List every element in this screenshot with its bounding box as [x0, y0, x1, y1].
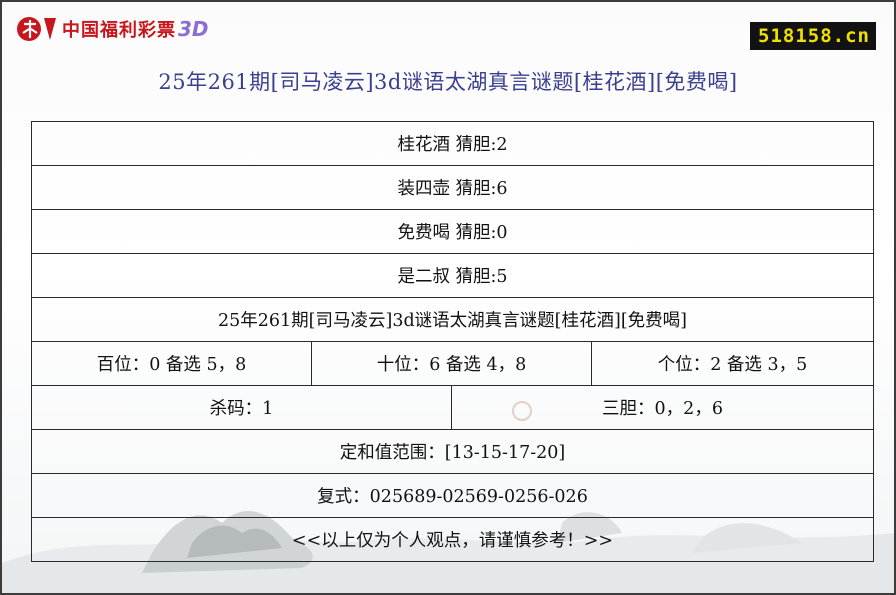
table-row: 是二叔 猜胆:5 [31, 253, 874, 298]
site-url-badge[interactable]: 518158.cn [750, 22, 876, 50]
prediction-table: 桂花酒 猜胆:2 装四壶 猜胆:6 免费喝 猜胆:0 是二叔 猜胆:5 25年2… [31, 121, 874, 562]
welfare-lottery-logo-icon [17, 17, 56, 41]
riddle-line-4: 是二叔 猜胆:5 [31, 253, 874, 298]
table-row: 定和值范围：[13-15-17-20] [31, 429, 874, 474]
issue-title-row: 25年261期[司马凌云]3d谜语太湖真言谜题[桂花酒][免费喝] [31, 297, 874, 342]
page-title: 25年261期[司马凌云]3d谜语太湖真言谜题[桂花酒][免费喝] [158, 70, 738, 94]
disclaimer-footer: <<以上仅为个人观点，请谨慎参考！>> [31, 517, 874, 562]
tens-position: 十位：6 备选 4，8 [311, 341, 592, 386]
riddle-line-1: 桂花酒 猜胆:2 [31, 121, 874, 166]
table-row: 桂花酒 猜胆:2 [31, 121, 874, 166]
three-dan: 三胆：0，2，6 [451, 385, 874, 430]
units-position: 个位：2 备选 3，5 [591, 341, 874, 386]
compound-numbers: 复式：025689-02569-0256-026 [31, 473, 874, 518]
logo-text: 中国福利彩票 [62, 20, 176, 41]
hundreds-position: 百位：0 备选 5，8 [31, 341, 312, 386]
table-row: <<以上仅为个人观点，请谨慎参考！>> [31, 517, 874, 562]
logo-3d-text: 3D [178, 17, 209, 41]
table-row: 杀码：1 三胆：0，2，6 [31, 385, 874, 430]
lottery-logo: 中国福利彩票 3D [14, 12, 209, 46]
riddle-line-3: 免费喝 猜胆:0 [31, 209, 874, 254]
table-row: 装四壶 猜胆:6 [31, 165, 874, 210]
poster-frame: 中国福利彩票 3D 518158.cn 25年261期[司马凌云]3d谜语太湖真… [0, 0, 896, 595]
table-row: 百位：0 备选 5，8 十位：6 备选 4，8 个位：2 备选 3，5 [31, 341, 874, 386]
table-row: 25年261期[司马凌云]3d谜语太湖真言谜题[桂花酒][免费喝] [31, 297, 874, 342]
sum-range: 定和值范围：[13-15-17-20] [31, 429, 874, 474]
table-row: 复式：025689-02569-0256-026 [31, 473, 874, 518]
table-row: 免费喝 猜胆:0 [31, 209, 874, 254]
riddle-line-2: 装四壶 猜胆:6 [31, 165, 874, 210]
kill-code: 杀码：1 [31, 385, 452, 430]
